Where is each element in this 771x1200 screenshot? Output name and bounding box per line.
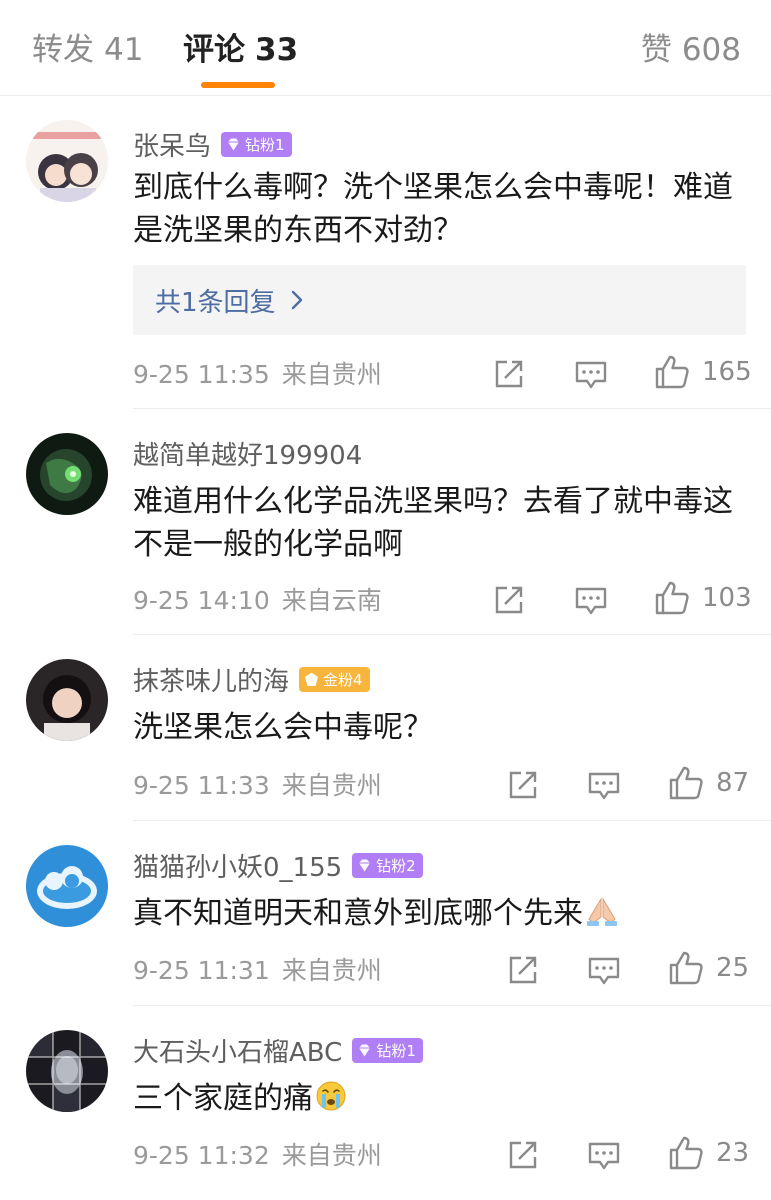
comment-text-body: 真不知道明天和意外到底哪个先来 xyxy=(133,896,583,931)
tab-comments-label: 评论 xyxy=(183,32,245,68)
comment-header: 抹茶味儿的海 金粉4 xyxy=(133,659,370,699)
fan-badge[interactable]: 钻粉2 xyxy=(352,852,423,878)
like-count: 165 xyxy=(702,357,752,387)
like-button[interactable]: 103 xyxy=(654,580,752,616)
reply-comment-icon[interactable] xyxy=(587,956,621,986)
tab-comments[interactable]: 评论 33 xyxy=(183,30,298,70)
chevron-right-icon xyxy=(291,290,302,310)
reply-comment-icon[interactable] xyxy=(587,771,621,801)
comment-meta: 9-25 11:33 来自贵州 xyxy=(133,769,382,803)
comment-time: 9-25 11:32 xyxy=(133,1141,270,1170)
like-button[interactable]: 25 xyxy=(668,950,749,986)
comment-header: 越简单越好199904 xyxy=(133,433,362,473)
fan-badge[interactable]: 钻粉1 xyxy=(221,131,292,157)
comment-tab-bar: 转发 41 评论 33 赞 608 xyxy=(0,0,771,96)
tab-likes-label: 赞 xyxy=(640,32,672,68)
repost-icon[interactable] xyxy=(507,769,539,801)
comment-item: 张呆鸟 钻粉1 到底什么毒啊？洗个坚果怎么会中毒呢！难道是洗坚果的东西不对劲？ … xyxy=(0,96,771,409)
username[interactable]: 大石头小石榴ABC xyxy=(133,1032,342,1069)
comment-header: 猫猫孙小妖0_155 钻粉2 xyxy=(133,845,423,885)
comment-text-body: 三个家庭的痛 xyxy=(133,1081,313,1116)
fan-badge-label: 钻粉1 xyxy=(376,1041,416,1060)
comment-item: 抹茶味儿的海 金粉4 洗坚果怎么会中毒呢？ 9-25 11:33 来自贵州 87 xyxy=(0,635,771,821)
active-tab-indicator xyxy=(201,82,275,88)
fan-badge-label: 钻粉1 xyxy=(245,135,285,154)
comment-text: 到底什么毒啊？洗个坚果怎么会中毒呢！难道是洗坚果的东西不对劲？ xyxy=(133,170,733,248)
thumbs-up-icon xyxy=(669,766,703,800)
diamond-icon xyxy=(356,1042,373,1059)
like-button[interactable]: 165 xyxy=(654,354,752,390)
repost-icon[interactable] xyxy=(493,584,525,616)
thumbs-up-icon xyxy=(655,581,689,615)
username[interactable]: 抹茶味儿的海 xyxy=(133,661,289,698)
repost-icon[interactable] xyxy=(507,954,539,986)
comment-location: 来自贵州 xyxy=(281,360,382,389)
thumbs-up-icon xyxy=(669,1136,703,1170)
comment-meta: 9-25 14:10 来自云南 xyxy=(133,584,382,618)
thumbs-up-icon xyxy=(669,951,703,985)
reply-thread-box[interactable]: 共1条回复 xyxy=(133,265,746,335)
comment-meta: 9-25 11:31 来自贵州 xyxy=(133,954,382,988)
fan-badge[interactable]: 钻粉1 xyxy=(352,1037,423,1063)
diamond-icon xyxy=(225,136,242,153)
comment-header: 张呆鸟 钻粉1 xyxy=(133,124,292,164)
like-count: 25 xyxy=(716,953,750,983)
tab-comments-count: 33 xyxy=(255,32,299,68)
comment-item: 越简单越好199904 难道用什么化学品洗坚果吗？去看了就中毒这不是一般的化学品… xyxy=(0,409,771,635)
avatar[interactable] xyxy=(26,845,108,927)
view-replies-link[interactable]: 共1条回复 xyxy=(155,282,276,319)
comment-time: 9-25 11:33 xyxy=(133,771,270,800)
diamond-icon xyxy=(356,857,373,874)
fan-badge-label: 金粉4 xyxy=(323,670,363,689)
like-count: 23 xyxy=(716,1138,750,1168)
comment-location: 来自贵州 xyxy=(281,956,382,985)
comment-text: 难道用什么化学品洗坚果吗？去看了就中毒这不是一般的化学品啊 xyxy=(133,484,733,562)
like-button[interactable]: 23 xyxy=(668,1135,749,1171)
avatar[interactable] xyxy=(26,433,108,515)
avatar[interactable] xyxy=(26,120,108,202)
tab-likes-count: 608 xyxy=(681,32,741,68)
comment-meta: 9-25 11:35 来自贵州 xyxy=(133,358,382,392)
tab-reposts-label: 转发 xyxy=(32,32,94,68)
like-count: 87 xyxy=(716,768,750,798)
comment-meta: 9-25 11:32 来自贵州 xyxy=(133,1139,382,1173)
like-count: 103 xyxy=(702,583,752,613)
reply-comment-icon[interactable] xyxy=(574,586,608,616)
comment-time: 9-25 14:10 xyxy=(133,586,270,615)
comment-text: 洗坚果怎么会中毒呢？ xyxy=(133,710,433,745)
tab-reposts[interactable]: 转发 41 xyxy=(32,30,143,70)
comment-item: 猫猫孙小妖0_155 钻粉2 真不知道明天和意外到底哪个先来 9-25 11:3… xyxy=(0,821,771,1006)
repost-icon[interactable] xyxy=(507,1139,539,1171)
repost-icon[interactable] xyxy=(493,358,525,390)
tab-reposts-count: 41 xyxy=(104,32,144,68)
username[interactable]: 猫猫孙小妖0_155 xyxy=(133,847,342,884)
avatar[interactable] xyxy=(26,1030,108,1112)
reply-comment-icon[interactable] xyxy=(587,1141,621,1171)
fan-badge[interactable]: 金粉4 xyxy=(299,666,370,692)
reply-comment-icon[interactable] xyxy=(574,360,608,390)
comment-item: 大石头小石榴ABC 钻粉1 三个家庭的痛 9-25 11:32 来自贵州 23 xyxy=(0,1006,771,1200)
comment-location: 来自云南 xyxy=(281,586,382,615)
praying-hands-icon xyxy=(587,897,617,926)
comment-header: 大石头小石榴ABC 钻粉1 xyxy=(133,1030,423,1070)
tab-likes[interactable]: 赞 608 xyxy=(641,30,741,70)
comment-time: 9-25 11:35 xyxy=(133,360,270,389)
comment-text: 三个家庭的痛 xyxy=(133,1077,748,1120)
fan-badge-label: 钻粉2 xyxy=(376,856,416,875)
like-button[interactable]: 87 xyxy=(668,765,749,801)
crying-face-icon xyxy=(316,1081,346,1111)
avatar[interactable] xyxy=(26,659,108,741)
username[interactable]: 张呆鸟 xyxy=(133,126,211,163)
gold-gem-icon xyxy=(303,671,320,688)
thumbs-up-icon xyxy=(655,355,689,389)
comment-location: 来自贵州 xyxy=(281,771,382,800)
comment-location: 来自贵州 xyxy=(281,1141,382,1170)
comment-text: 真不知道明天和意外到底哪个先来 xyxy=(133,892,748,935)
comment-time: 9-25 11:31 xyxy=(133,956,270,985)
username[interactable]: 越简单越好199904 xyxy=(133,435,362,472)
